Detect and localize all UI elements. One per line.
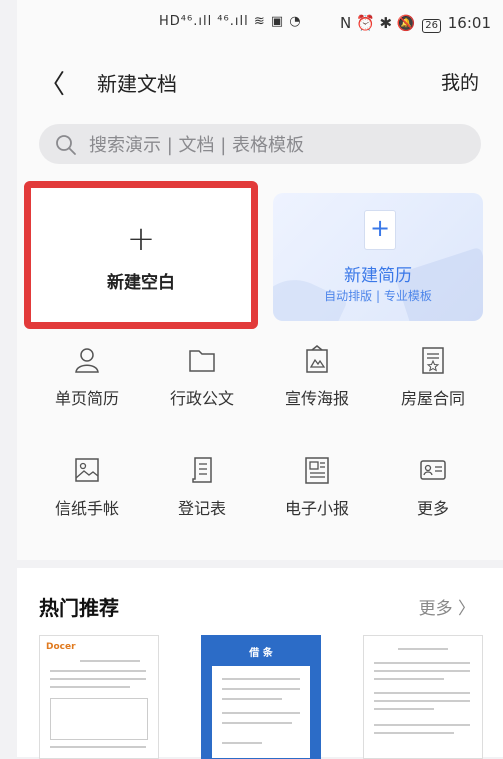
new-blank-button[interactable]: + 新建空白: [24, 181, 258, 329]
battery-icon: 26: [422, 19, 441, 33]
network-icons: HD⁴⁶.ıll ⁴⁶.ıll ≋ ▣ ◔: [159, 14, 302, 29]
mine-button[interactable]: 我的: [441, 68, 479, 95]
new-blank-label: 新建空白: [107, 273, 175, 293]
template-label: 登记表: [177, 499, 226, 518]
template-letter-paper[interactable]: 信纸手帐: [32, 455, 142, 525]
new-document-screen: HD⁴⁶.ıll ⁴⁶.ıll ≋ ▣ ◔ N ⏰ ✱ 🔕 26 16:01 〈…: [17, 0, 503, 560]
text-line: [374, 724, 470, 726]
search-input[interactable]: [87, 124, 471, 166]
clock: 16:01: [447, 14, 491, 32]
text-line: [374, 662, 470, 664]
new-resume-label: 新建简历: [344, 266, 412, 286]
text-line: [222, 678, 300, 680]
section-title: 热门推荐: [39, 596, 119, 620]
text-line: [222, 712, 300, 714]
contract-icon: [422, 347, 444, 374]
template-label: 更多: [416, 499, 449, 518]
text-line: [50, 686, 130, 688]
poster-icon: [306, 345, 328, 373]
scroll-icon: [192, 457, 212, 483]
newspaper-icon: [305, 457, 329, 484]
back-arrow-icon[interactable]: 〈: [39, 64, 65, 101]
text-line: [398, 648, 448, 650]
text-line: [222, 688, 300, 690]
document-plus-icon: +: [365, 211, 395, 249]
person-icon: [75, 348, 99, 373]
template-thumbnail[interactable]: 借 条: [201, 635, 321, 759]
new-resume-subtitle: 自动排版 | 专业模板: [324, 289, 432, 303]
search-icon: [56, 135, 76, 155]
text-line: [222, 722, 292, 724]
template-thumbnail[interactable]: Docer: [39, 635, 159, 759]
plus-icon: +: [369, 214, 391, 242]
new-resume-button[interactable]: + 新建简历 自动排版 | 专业模板: [273, 193, 483, 321]
status-bar: HD⁴⁶.ıll ⁴⁶.ıll ≋ ▣ ◔ N ⏰ ✱ 🔕 26 16:01: [17, 0, 503, 48]
template-label: 宣传海报: [284, 389, 349, 408]
system-icons: N ⏰ ✱ 🔕: [340, 14, 416, 32]
text-line: [374, 692, 470, 694]
text-line: [50, 746, 146, 748]
folder-icon: [189, 350, 215, 372]
nav-bar: 〈 新建文档 我的: [17, 60, 503, 100]
template-label: 房屋合同: [400, 389, 465, 408]
thumbnail-table: [50, 698, 148, 740]
template-label: 电子小报: [284, 499, 349, 518]
thumbnail-page: [212, 666, 310, 758]
text-line: [50, 670, 146, 672]
template-label: 单页简历: [54, 389, 119, 408]
template-label: 行政公文: [169, 389, 234, 408]
template-more[interactable]: 更多: [378, 455, 488, 525]
template-thumbnail[interactable]: [363, 635, 483, 759]
plus-icon: +: [126, 219, 156, 259]
image-icon: [75, 458, 99, 482]
template-poster[interactable]: 宣传海报: [262, 345, 372, 415]
text-line: [80, 660, 140, 662]
template-official-document[interactable]: 行政公文: [147, 345, 257, 415]
text-line: [222, 742, 262, 744]
thumbnail-logo: Docer: [46, 642, 76, 652]
hot-recommendations: 热门推荐 更多 〉 Docer 借 条: [17, 568, 503, 759]
template-house-contract[interactable]: 房屋合同: [378, 345, 488, 415]
text-line: [374, 678, 444, 680]
template-e-newspaper[interactable]: 电子小报: [262, 455, 372, 525]
text-line: [374, 700, 470, 702]
template-label: 信纸手帐: [54, 499, 119, 518]
template-registration-form[interactable]: 登记表: [147, 455, 257, 525]
template-single-resume[interactable]: 单页简历: [32, 345, 142, 415]
status-right: N ⏰ ✱ 🔕 26 16:01: [340, 14, 491, 33]
page-title: 新建文档: [97, 72, 177, 96]
text-line: [374, 732, 454, 734]
thumbnail-title: 借 条: [249, 648, 273, 659]
search-bar[interactable]: [39, 124, 481, 166]
card-icon: [420, 460, 446, 480]
text-line: [222, 698, 282, 700]
text-line: [374, 708, 434, 710]
text-line: [50, 678, 146, 680]
more-link[interactable]: 更多 〉: [419, 594, 475, 619]
text-line: [374, 670, 470, 672]
